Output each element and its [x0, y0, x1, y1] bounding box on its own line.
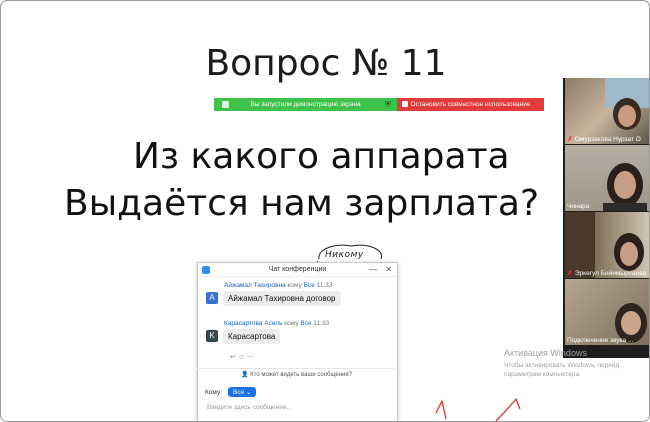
reply-icon[interactable]: ↩ [230, 354, 236, 361]
video-tile[interactable]: ✗ Эркегул Бийимырсаева [565, 212, 649, 278]
participant-label: ✗ Омурзакова Нурзат О [565, 135, 641, 144]
video-tile[interactable]: ✗ Омурзакова Нурзат О [565, 78, 649, 144]
question-line-1: Из какого аппарата [133, 136, 510, 177]
message-reactions: ↩ ☺ ⋯ [230, 353, 254, 361]
chat-header: Чат конференции — ✕ [198, 263, 397, 277]
shield-icon: ⛨ [385, 100, 391, 109]
chat-title: Чат конференции [268, 266, 327, 273]
who-can-see-link[interactable]: 👤 Кто может видеть ваши сообщения? [197, 368, 396, 382]
emoji-icon[interactable]: ☺ [238, 354, 245, 361]
question-line-2: Выдаётся нам зарплата? [64, 183, 540, 224]
avatar: A [206, 292, 218, 304]
chat-input[interactable]: Введите здесь сообщение... [207, 404, 292, 411]
chat-message: Айжамал Тахировна кому Все 11:33 A Айжам… [204, 282, 392, 312]
message-time: 11:33 [313, 320, 330, 327]
participant-name: Эркегул Бийимырсаева [574, 269, 647, 277]
message-time: 11:33 [316, 282, 333, 289]
participant-label: ✗ Эркегул Бийимырсаева [565, 269, 647, 278]
message-meta: Айжамал Тахировна кому Все 11:33 [204, 282, 392, 289]
participant-label: Подключение звука ... [565, 337, 633, 344]
video-tile[interactable]: Чинара [565, 145, 649, 211]
share-status-text: Вы запустили демонстрацию экрана [250, 101, 361, 108]
message-bubble: Карасартова [223, 329, 281, 344]
message-meta: Карасартова Асель кому Все 11:33 [204, 320, 392, 327]
message-recipient[interactable]: Все [300, 320, 311, 327]
participant-video-icon [615, 303, 647, 343]
stop-share-button[interactable]: Остановить совместное использование [397, 98, 544, 111]
slide-question: Из какого аппарата Выдаётся нам зарплата… [56, 133, 546, 227]
message-sender: Айжамал Тахировна [224, 282, 286, 289]
windows-activation-text: Чтобы активировать Windows, перейд парам… [504, 362, 620, 378]
minimize-icon[interactable]: — [369, 265, 377, 274]
stop-icon [402, 101, 408, 107]
participant-video-icon [603, 163, 647, 211]
person-icon: 👤 [241, 372, 249, 378]
slide-title: Вопрос № 11 [205, 43, 447, 84]
video-tile[interactable]: Подключение звука ... [565, 279, 649, 345]
message-to-prefix: кому [287, 282, 302, 289]
zoom-logo-icon [202, 266, 210, 274]
stop-share-label: Остановить совместное использование [410, 101, 531, 108]
message-to-prefix: кому [284, 320, 299, 327]
chat-message: Карасартова Асель кому Все 11:33 K Карас… [204, 320, 392, 350]
doodle-text: Никому [325, 250, 364, 260]
participant-name: Омурзакова Нурзат О [574, 135, 641, 143]
recipient-select-value: Все [233, 389, 245, 396]
mic-muted-icon: ✗ [567, 270, 573, 277]
message-recipient[interactable]: Все [304, 282, 315, 289]
screen-frame: Вопрос № 11 Вы запустили демонстрацию эк… [0, 0, 650, 422]
recipient-select[interactable]: Все ⌄ [228, 387, 257, 397]
windows-activation-title: Активация Windows [504, 348, 587, 358]
avatar: K [206, 330, 218, 342]
who-can-see-text: Кто может видеть ваши сообщения? [250, 372, 352, 378]
share-indicator-icon [222, 101, 229, 108]
mic-muted-icon: ✗ [567, 136, 573, 143]
participant-name: Подключение звука ... [567, 337, 634, 344]
recipient-row: Кому: Все ⌄ [205, 387, 257, 397]
chevron-down-icon: ⌄ [246, 389, 252, 396]
participant-name: Чинара [567, 203, 590, 210]
more-icon[interactable]: ⋯ [247, 354, 254, 361]
chat-window: Чат конференции — ✕ Айжамал Тахировна ко… [197, 262, 398, 421]
participants-video-panel: ✗ Омурзакова Нурзат О Чинара ✗ Эркегул Бий… [563, 78, 649, 358]
red-annotation-scribble [435, 397, 521, 421]
message-sender: Карасартова Асель [224, 320, 283, 327]
share-status: Вы запустили демонстрацию экрана ⛨ [214, 98, 397, 111]
screen-share-toolbar: Вы запустили демонстрацию экрана ⛨ Остан… [214, 98, 544, 111]
close-icon[interactable]: ✕ [385, 265, 392, 274]
message-bubble: Айжамал Тахировна договор [223, 291, 341, 306]
to-label: Кому: [205, 388, 222, 396]
participant-label: Чинара [565, 203, 589, 210]
